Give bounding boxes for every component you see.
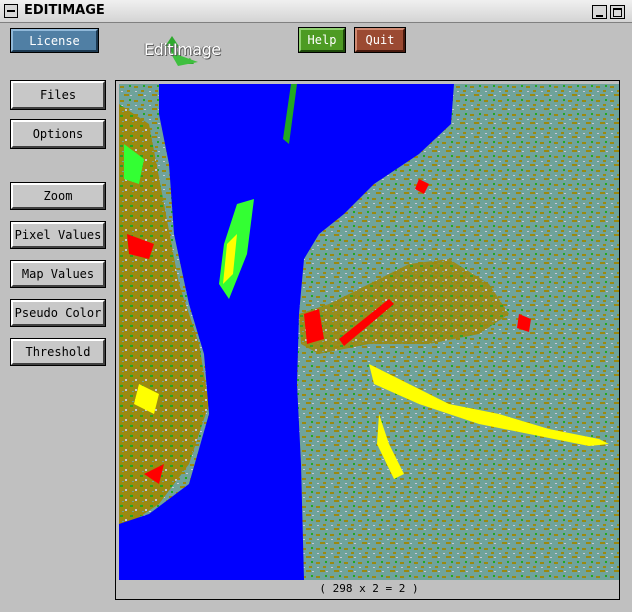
zoom-button[interactable]: Zoom [10, 182, 106, 210]
minimize-icon[interactable] [592, 5, 607, 19]
quit-button[interactable]: Quit [354, 27, 406, 53]
license-button[interactable]: License [10, 28, 99, 53]
options-button[interactable]: Options [10, 119, 106, 149]
pixel-values-button[interactable]: Pixel Values [10, 221, 106, 249]
status-bar: ( 298 x 2 = 2 ) [319, 582, 419, 595]
window-title: EDITIMAGE [24, 3, 105, 18]
logo-text: EditImage [144, 40, 221, 59]
files-button[interactable]: Files [10, 80, 106, 110]
window-menu-icon[interactable] [4, 4, 18, 18]
pseudo-color-button[interactable]: Pseudo Color [10, 299, 106, 327]
map-values-button[interactable]: Map Values [10, 260, 106, 288]
classified-image[interactable] [119, 84, 619, 580]
title-bar: EDITIMAGE [0, 0, 632, 23]
help-button[interactable]: Help [298, 27, 346, 53]
editimage-logo: EditImage [142, 34, 234, 66]
threshold-button[interactable]: Threshold [10, 338, 106, 366]
maximize-icon[interactable] [610, 5, 625, 19]
